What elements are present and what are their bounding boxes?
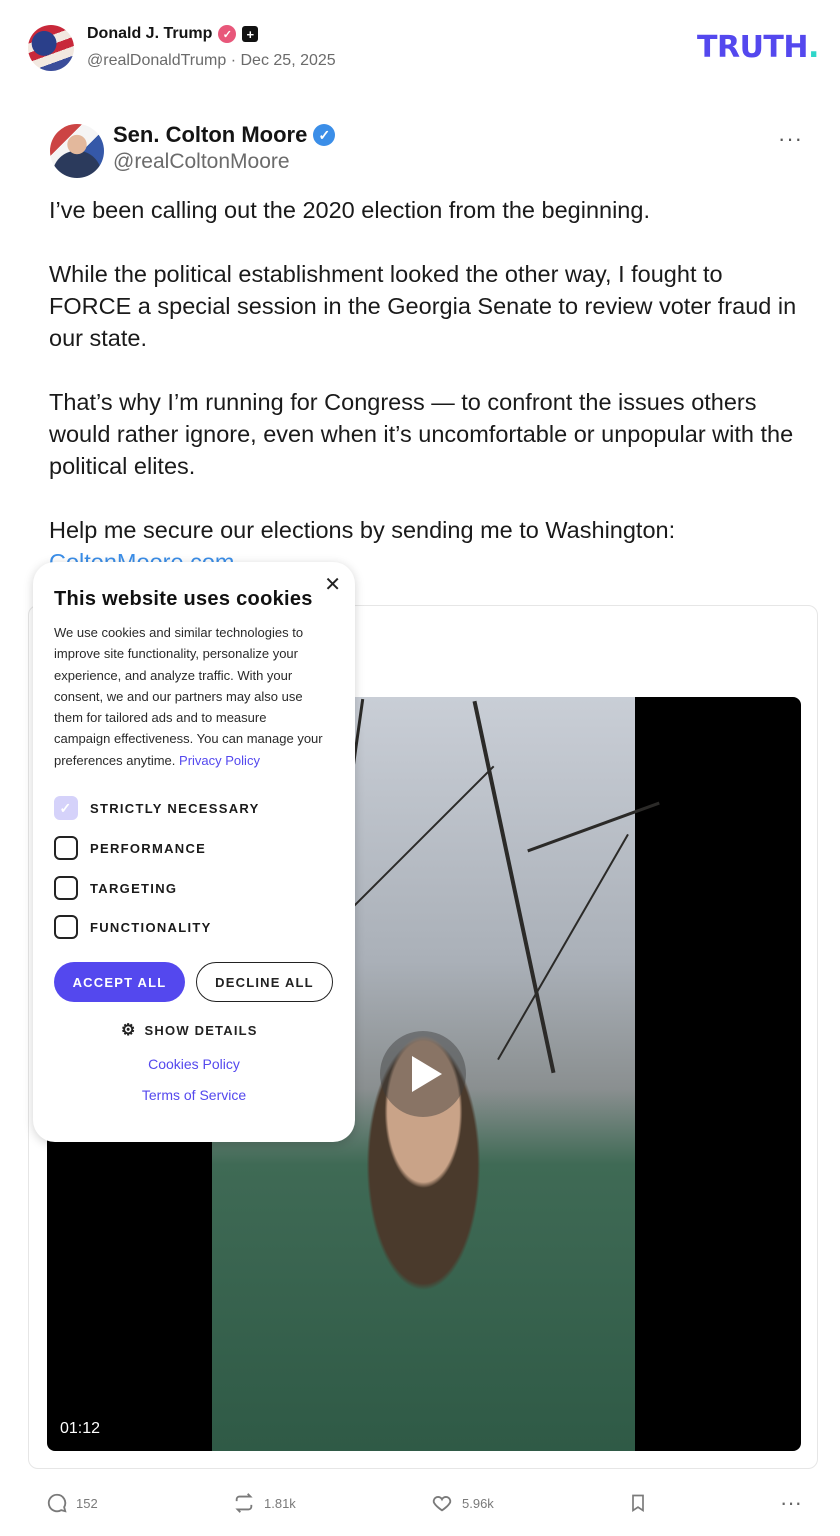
show-details-button[interactable]: ⚙ SHOW DETAILS: [121, 1020, 258, 1040]
like-button[interactable]: 5.96k: [430, 1492, 494, 1514]
quoted-author-name-row[interactable]: Sen. Colton Moore ✓: [113, 122, 336, 148]
verified-badge-icon: ✓: [218, 25, 237, 43]
show-details-label: SHOW DETAILS: [144, 1022, 258, 1038]
author-handle[interactable]: @realDonaldTrump: [87, 52, 226, 69]
decline-all-button[interactable]: DECLINE ALL: [196, 962, 333, 1002]
like-count: 5.96k: [462, 1495, 494, 1511]
cookies-policy-link[interactable]: Cookies Policy: [33, 1056, 355, 1072]
quoted-author-avatar[interactable]: [50, 124, 104, 178]
retruth-icon: [235, 1493, 253, 1513]
option-targeting[interactable]: TARGETING: [54, 876, 177, 900]
meta-separator: ·: [230, 52, 237, 69]
cookie-description-text: We use cookies and similar technologies …: [54, 625, 323, 768]
option-performance[interactable]: PERFORMANCE: [54, 836, 206, 860]
cookie-title: This website uses cookies: [54, 588, 313, 610]
author-avatar[interactable]: [28, 25, 74, 71]
author-name[interactable]: Donald J. Trump: [87, 25, 212, 43]
terms-of-service-link[interactable]: Terms of Service: [33, 1087, 355, 1103]
checkbox[interactable]: [54, 876, 78, 900]
author-meta: @realDonaldTrump · Dec 25, 2025: [87, 52, 336, 70]
reply-icon: [47, 1493, 67, 1513]
bookmark-button[interactable]: [628, 1492, 648, 1514]
option-strictly-necessary[interactable]: ✓ STRICTLY NECESSARY: [54, 796, 260, 820]
privacy-policy-link[interactable]: Privacy Policy: [179, 753, 260, 768]
logo-dot: .: [808, 30, 819, 65]
truth-logo[interactable]: TRUTH.: [697, 30, 819, 65]
heart-icon: [432, 1496, 452, 1512]
option-label: TARGETING: [90, 880, 178, 896]
quoted-author-name[interactable]: Sen. Colton Moore: [113, 122, 307, 148]
video-duration: 01:12: [60, 1420, 101, 1437]
post-paragraph-text: Help me secure our elections by sending …: [49, 517, 676, 543]
quoted-author-handle[interactable]: @realColtonMoore: [113, 150, 290, 174]
post-date[interactable]: Dec 25, 2025: [241, 52, 336, 69]
checkbox[interactable]: [54, 915, 78, 939]
author-name-row[interactable]: Donald J. Trump ✓ +: [87, 25, 259, 43]
post-paragraph: While the political establishment looked…: [49, 261, 797, 351]
gear-icon: ⚙: [121, 1022, 137, 1039]
option-functionality[interactable]: FUNCTIONALITY: [54, 915, 212, 939]
bookmark-icon: [632, 1494, 644, 1513]
checkbox[interactable]: [54, 836, 78, 860]
cookie-description: We use cookies and similar technologies …: [54, 622, 324, 771]
cookie-consent-dialog: ✕ This website uses cookies We use cooki…: [33, 562, 355, 1142]
plus-badge-icon: +: [242, 26, 259, 42]
reply-count: 152: [76, 1495, 98, 1511]
logo-text: TRUTH: [697, 30, 809, 65]
close-icon[interactable]: ✕: [324, 572, 341, 597]
post-paragraph: That’s why I’m running for Congress — to…: [49, 389, 794, 479]
retruth-count: 1.81k: [264, 1495, 296, 1511]
more-options-icon[interactable]: ···: [778, 126, 803, 152]
option-label: STRICTLY NECESSARY: [90, 800, 260, 816]
option-label: FUNCTIONALITY: [90, 919, 212, 935]
option-label: PERFORMANCE: [90, 840, 207, 856]
retruth-button[interactable]: 1.81k: [232, 1492, 296, 1514]
reply-button[interactable]: 152: [46, 1492, 98, 1514]
play-button-icon[interactable]: [380, 1031, 466, 1117]
post-paragraph: I’ve been calling out the 2020 election …: [49, 197, 650, 223]
checkbox-checked-icon[interactable]: ✓: [54, 796, 78, 820]
accept-all-button[interactable]: ACCEPT ALL: [54, 962, 185, 1002]
verified-check-icon: ✓: [313, 124, 336, 146]
post-body: I’ve been calling out the 2020 election …: [49, 194, 809, 578]
post-more-icon[interactable]: ···: [780, 1490, 802, 1516]
